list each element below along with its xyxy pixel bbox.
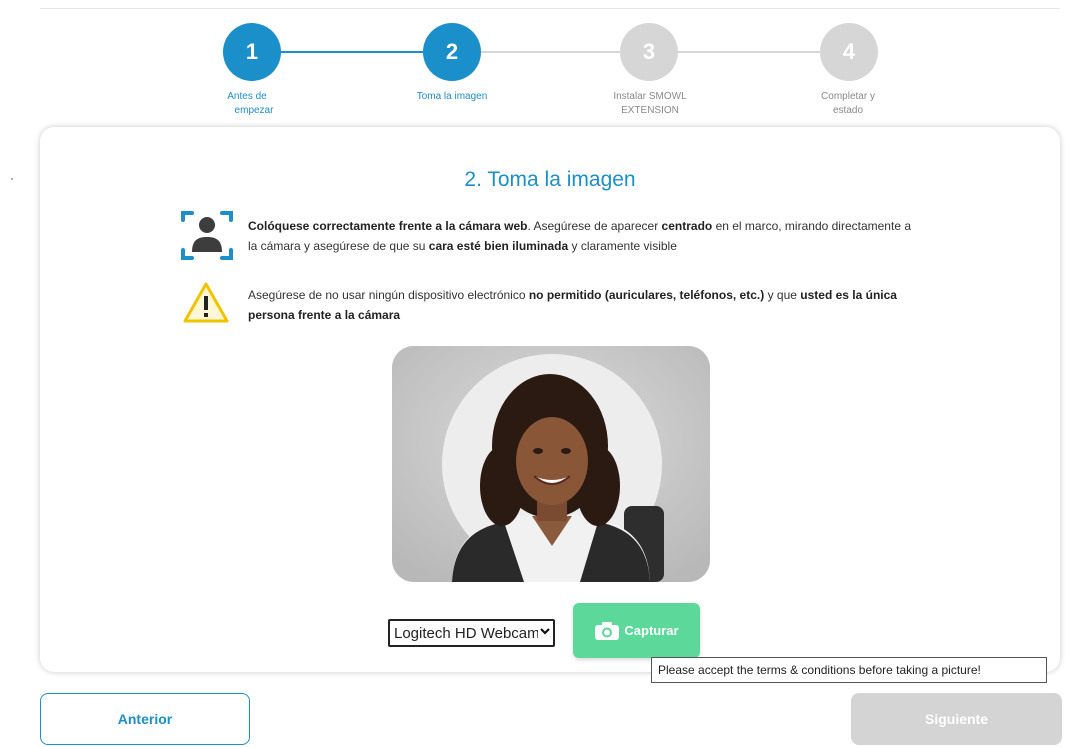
sample-person-photo xyxy=(392,346,710,582)
step-3-label: Instalar SMOWL EXTENSION xyxy=(585,90,715,118)
step-3-label-line1: Instalar SMOWL xyxy=(613,91,687,102)
face-frame-icon xyxy=(181,211,233,260)
page-title: 2. Toma la imagen xyxy=(464,168,636,191)
instruction-positioning-text1: . Asegúrese de aparecer xyxy=(527,219,662,233)
instruction-positioning-bold2: centrado xyxy=(661,219,713,233)
instruction-positioning-text3: y claramente visible xyxy=(568,239,677,253)
instruction-devices-text2: y que xyxy=(764,288,801,302)
webcam-preview-image xyxy=(392,346,710,582)
step-2-label-line1: Toma la imagen xyxy=(416,91,488,102)
instruction-devices: Asegúrese de no usar ningún dispositivo … xyxy=(248,285,920,325)
progress-stepper: 1 2 3 4 Antes de empezar Toma la imagen … xyxy=(0,0,1071,125)
step-4-label: Completar y estado xyxy=(783,90,913,118)
step-4-circle: 4 xyxy=(820,23,878,81)
step-1-label-line2: empezar xyxy=(234,105,274,116)
capture-button-label: Capturar xyxy=(624,623,679,638)
warning-icon xyxy=(183,282,229,323)
camera-select[interactable]: Logitech HD Webcam xyxy=(388,619,555,647)
next-button[interactable]: Siguiente xyxy=(851,693,1062,745)
step-4-label-line2: estado xyxy=(832,105,864,116)
step-3-label-line2: EXTENSION xyxy=(621,105,679,116)
instruction-positioning-bold1: Colóquese correctamente frente a la cáma… xyxy=(248,219,528,233)
previous-button[interactable]: Anterior xyxy=(40,693,250,745)
capture-button[interactable]: Capturar xyxy=(573,603,700,658)
step-1-circle: 1 xyxy=(223,23,281,81)
instruction-devices-text1: Asegúrese de no usar ningún dispositivo … xyxy=(248,288,529,302)
instruction-positioning-bold3: cara esté bien iluminada xyxy=(428,239,569,253)
step-connector-2-3 xyxy=(480,51,625,53)
step-connector-1-2 xyxy=(280,51,425,53)
camera-select-value: Logitech HD Webcam xyxy=(394,624,538,642)
step-3-circle: 3 xyxy=(620,23,678,81)
terms-tooltip: Please accept the terms & conditions bef… xyxy=(651,657,1047,683)
step-1-label: Antes de empezar xyxy=(192,90,322,118)
step-1-label-line1: Antes de xyxy=(227,91,267,102)
step-4-label-line1: Completar y xyxy=(821,91,875,102)
step-connector-3-4 xyxy=(678,51,823,53)
step-2-label: Toma la imagen xyxy=(387,90,517,104)
step-2-circle: 2 xyxy=(423,23,481,81)
camera-icon xyxy=(595,621,620,640)
instruction-devices-bold1: no permitido (auriculares, teléfonos, et… xyxy=(528,288,765,302)
chevron-down-icon xyxy=(540,625,550,639)
instruction-positioning: Colóquese correctamente frente a la cáma… xyxy=(248,216,920,256)
